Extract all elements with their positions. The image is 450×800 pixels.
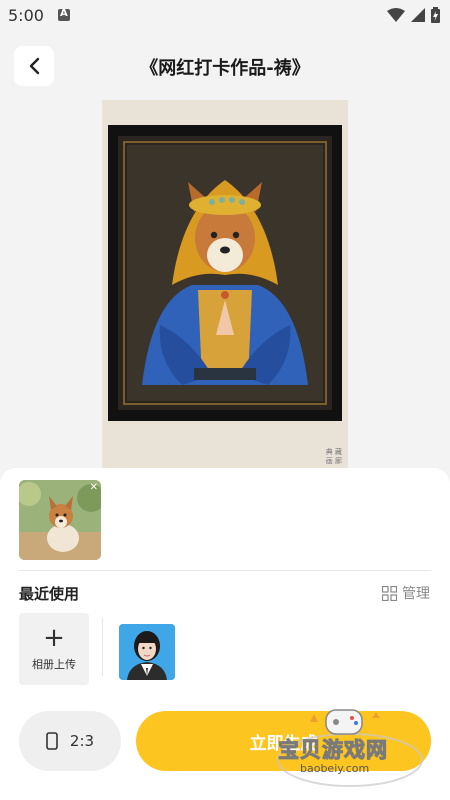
artwork-stamp: 典 藏画 廊 <box>325 448 342 465</box>
recent-title: 最近使用 <box>19 585 80 603</box>
site-watermark: 宝贝游戏网 baobeiy.com <box>270 702 430 792</box>
manage-label: 管理 <box>402 586 430 602</box>
wifi-icon <box>387 8 405 22</box>
vertical-divider <box>102 618 103 676</box>
divider <box>19 570 431 571</box>
header: 《网红打卡作品-祷》 <box>0 44 450 88</box>
phone-outline-icon <box>46 732 58 750</box>
upload-label: 相册上传 <box>32 658 76 671</box>
plus-icon: + <box>43 623 65 653</box>
aspect-ratio-button[interactable]: 2:3 <box>19 711 121 771</box>
recent-photo-item[interactable] <box>119 624 175 680</box>
status-icons <box>387 7 440 23</box>
source-photo-thumbnail[interactable]: ✕ <box>19 480 101 560</box>
manage-button[interactable]: 管理 <box>382 583 430 603</box>
status-bar: 5:00 <box>0 0 450 32</box>
aspect-ratio-label: 2:3 <box>69 732 95 750</box>
album-upload-button[interactable]: + 相册上传 <box>19 613 89 685</box>
portrait-photo-image <box>119 624 175 680</box>
status-time: 5:00 <box>8 6 44 25</box>
signal-icon <box>411 8 425 22</box>
framed-dog-portrait-image <box>102 100 348 470</box>
battery-icon <box>431 7 440 23</box>
watermark-url: baobeiy.com <box>300 762 370 775</box>
notification-icon <box>58 8 70 21</box>
watermark-text: 宝贝游戏网 <box>278 738 388 763</box>
grid-icon <box>382 585 397 601</box>
page-title: 《网红打卡作品-祷》 <box>140 58 310 79</box>
close-icon[interactable]: ✕ <box>90 482 98 493</box>
artwork-preview: 典 藏画 廊 <box>102 100 348 470</box>
